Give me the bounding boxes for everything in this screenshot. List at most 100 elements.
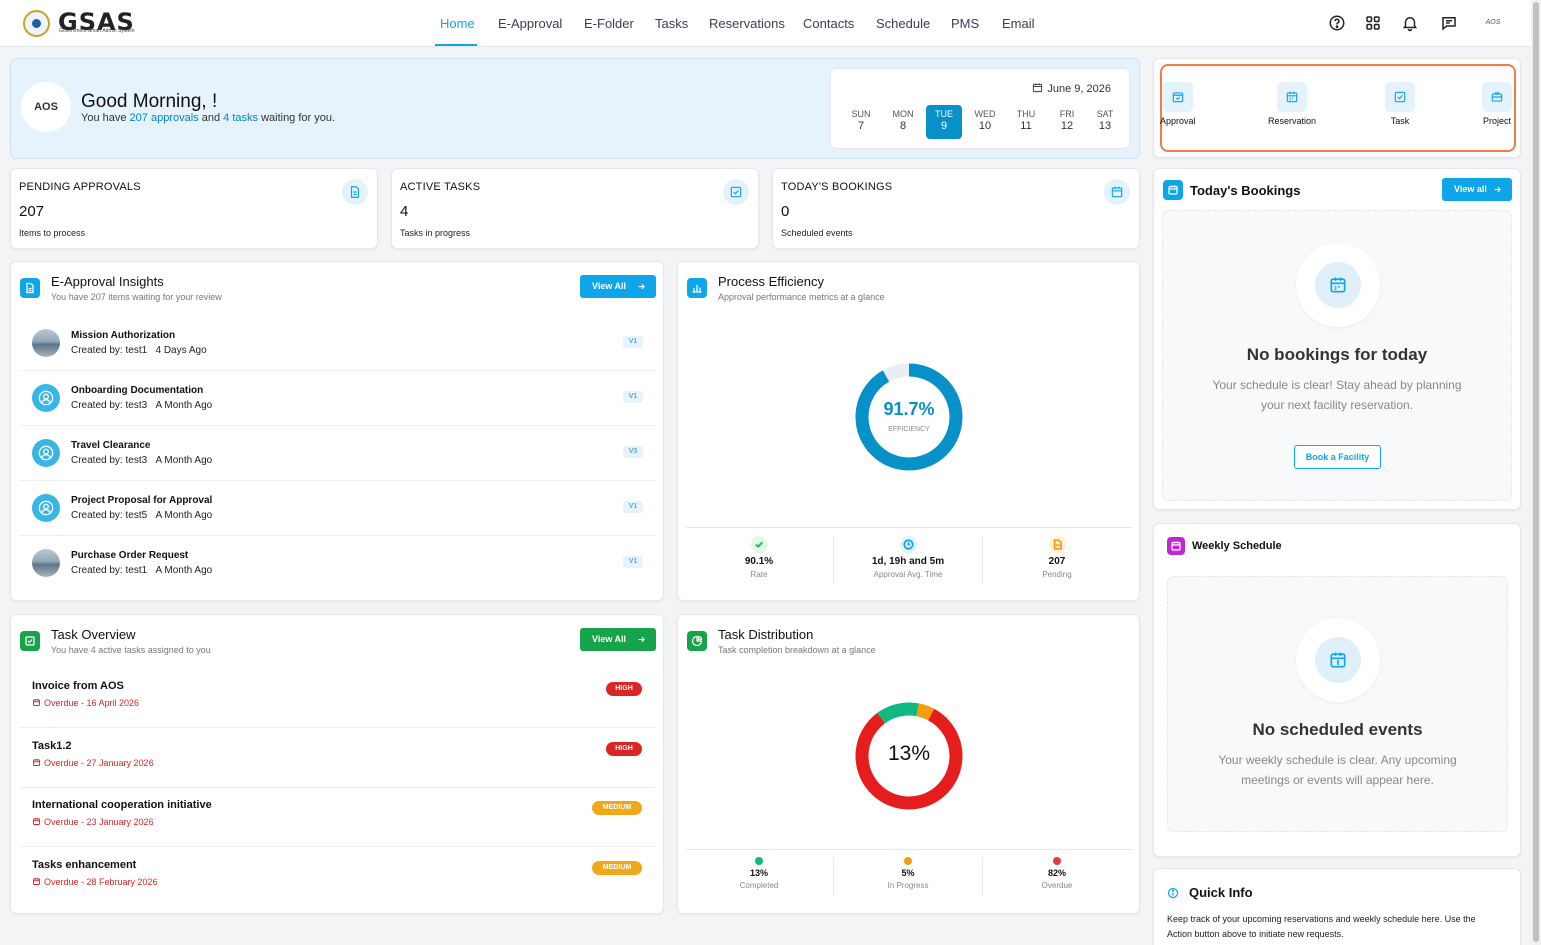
day-mon[interactable]: MON 8 [885,105,921,139]
task-row[interactable]: International cooperation initiative Over… [19,787,655,847]
book-facility-button[interactable]: Book a Facility [1294,445,1381,469]
org-logo: AOS [21,82,71,132]
distribution-center-value: 13% [887,742,931,765]
arrow-right-icon [638,283,645,290]
task-due: Overdue - 27 January 2026 [32,758,154,768]
calendar-icon [1104,179,1130,205]
nav-tasks[interactable]: Tasks [655,16,688,31]
check-square-icon [20,631,40,651]
version-badge: V1 [623,391,643,403]
approval-meta: Created by: test1 A Month Ago [71,565,212,576]
approval-row[interactable]: Onboarding Documentation Created by: test… [19,371,655,426]
approvals-link[interactable]: 207 approvals [130,112,199,124]
nav-schedule[interactable]: Schedule [876,16,930,31]
calendar-icon [33,818,40,825]
nav-home[interactable]: Home [440,16,475,31]
efficiency-label: EFFICIENCY [888,426,930,433]
metric-label: Rate [750,570,768,579]
version-badge: V1 [623,336,643,348]
task-due-text: Overdue - 27 January 2026 [44,757,154,768]
quick-action-approval[interactable]: Approval [1160,82,1196,126]
day-sun[interactable]: SUN 7 [843,105,879,139]
user-avatar-icon [32,494,60,522]
help-icon[interactable] [1328,14,1346,32]
task-title: Invoice from AOS [32,680,124,692]
calendar-icon [33,877,40,885]
day-thu[interactable]: THU 11 [1008,105,1044,139]
approval-row[interactable]: Mission Authorization Created by: test1 4… [19,316,655,371]
stat-todays-bookings[interactable]: TODAY'S BOOKINGS 0 Scheduled events [772,168,1140,249]
day-name: SUN [851,109,871,119]
button-label: View All [592,281,627,291]
tasks-link[interactable]: 4 tasks [223,112,258,124]
stat-pending-approvals[interactable]: PENDING APPROVALS 207 Items to process [10,168,378,249]
task-due: Overdue - 23 January 2026 [32,817,154,827]
stat-label: PENDING APPROVALS [19,181,141,193]
calendar-icon [33,699,40,706]
day-tue[interactable]: TUE 9 [926,105,962,139]
gov-emblem-icon[interactable] [23,10,50,37]
approval-icon [1162,82,1193,112]
version-badge: V1 [623,501,643,513]
approval-meta: Created by: test1 4 Days Ago [71,345,207,356]
quick-actions-card: Approval Reservation Task Project [1153,58,1521,158]
arrow-right-icon [638,636,645,643]
empty-subtitle-line2: your next facility reservation. [1260,398,1414,412]
section-title: Quick Info [1189,885,1253,900]
check-square-icon [723,179,749,205]
quick-action-reservation[interactable]: Reservation [1268,82,1316,126]
check-icon [750,536,768,553]
priority-badge: MEDIUM [592,801,642,815]
chat-icon[interactable] [1440,14,1458,32]
approvals-view-all-button[interactable]: View All [580,275,656,298]
quick-info-card: Quick Info Keep track of your upcoming r… [1153,868,1521,945]
day-sat[interactable]: SAT 13 [1087,105,1123,139]
task-row[interactable]: Tasks enhancement Overdue - 28 February 2… [19,847,655,907]
approval-row[interactable]: Project Proposal for Approval Created by:… [19,481,655,536]
bell-icon[interactable] [1401,14,1419,32]
quick-action-task[interactable]: Task [1385,82,1415,126]
nav-email[interactable]: Email [1002,16,1035,31]
day-fri[interactable]: FRI 12 [1049,105,1085,139]
user-avatar[interactable]: AOS [1480,14,1506,32]
day-name: THU [1016,109,1036,119]
dist-value: 82% [1047,868,1066,878]
stat-value: 4 [400,203,409,220]
nav-e-folder[interactable]: E-Folder [584,16,634,31]
day-wed[interactable]: WED 10 [967,105,1003,139]
section-subtitle: Approval performance metrics at a glance [718,292,885,302]
day-name: WED [974,109,996,119]
nav-reservations[interactable]: Reservations [709,16,785,31]
section-title: Task Distribution [718,627,814,642]
briefcase-icon [1482,82,1512,112]
scrollbar-thumb[interactable] [1533,2,1539,942]
stat-value: 207 [19,203,45,220]
task-row[interactable]: Task1.2 Overdue - 27 January 2026 HIGH [19,728,655,788]
legend-dot [755,857,763,865]
document-icon [342,179,368,205]
check-square-icon [1385,82,1415,112]
stat-active-tasks[interactable]: ACTIVE TASKS 4 Tasks in progress [391,168,759,249]
tasks-view-all-button[interactable]: View All [580,628,656,651]
greeting-prefix: You have [81,112,127,124]
approval-title: Purchase Order Request [71,550,189,561]
document-icon [1048,536,1066,553]
nav-pms[interactable]: PMS [951,16,979,31]
efficiency-value: 91.7% [883,399,935,419]
nav-contacts[interactable]: Contacts [803,16,854,31]
apps-grid-icon[interactable] [1364,14,1382,32]
nav-e-approval[interactable]: E-Approval [498,16,562,31]
divider [686,527,1132,528]
bookings-view-all-button[interactable]: View all [1442,178,1512,201]
approval-row[interactable]: Purchase Order Request Created by: test1 … [19,536,655,591]
stat-value: 0 [781,203,790,220]
empty-calendar [1296,243,1380,327]
stat-label: ACTIVE TASKS [400,181,481,193]
approval-row[interactable]: Travel Clearance Created by: test3 A Mont… [19,426,655,481]
metric-pending: 207 Pending [983,536,1131,579]
quick-action-project[interactable]: Project [1482,82,1512,126]
dist-value: 5% [901,868,915,878]
task-row[interactable]: Invoice from AOS Overdue - 16 April 2026 H… [19,668,655,728]
dist-label: In Progress [887,881,929,890]
approval-time: A Month Ago [155,400,213,411]
